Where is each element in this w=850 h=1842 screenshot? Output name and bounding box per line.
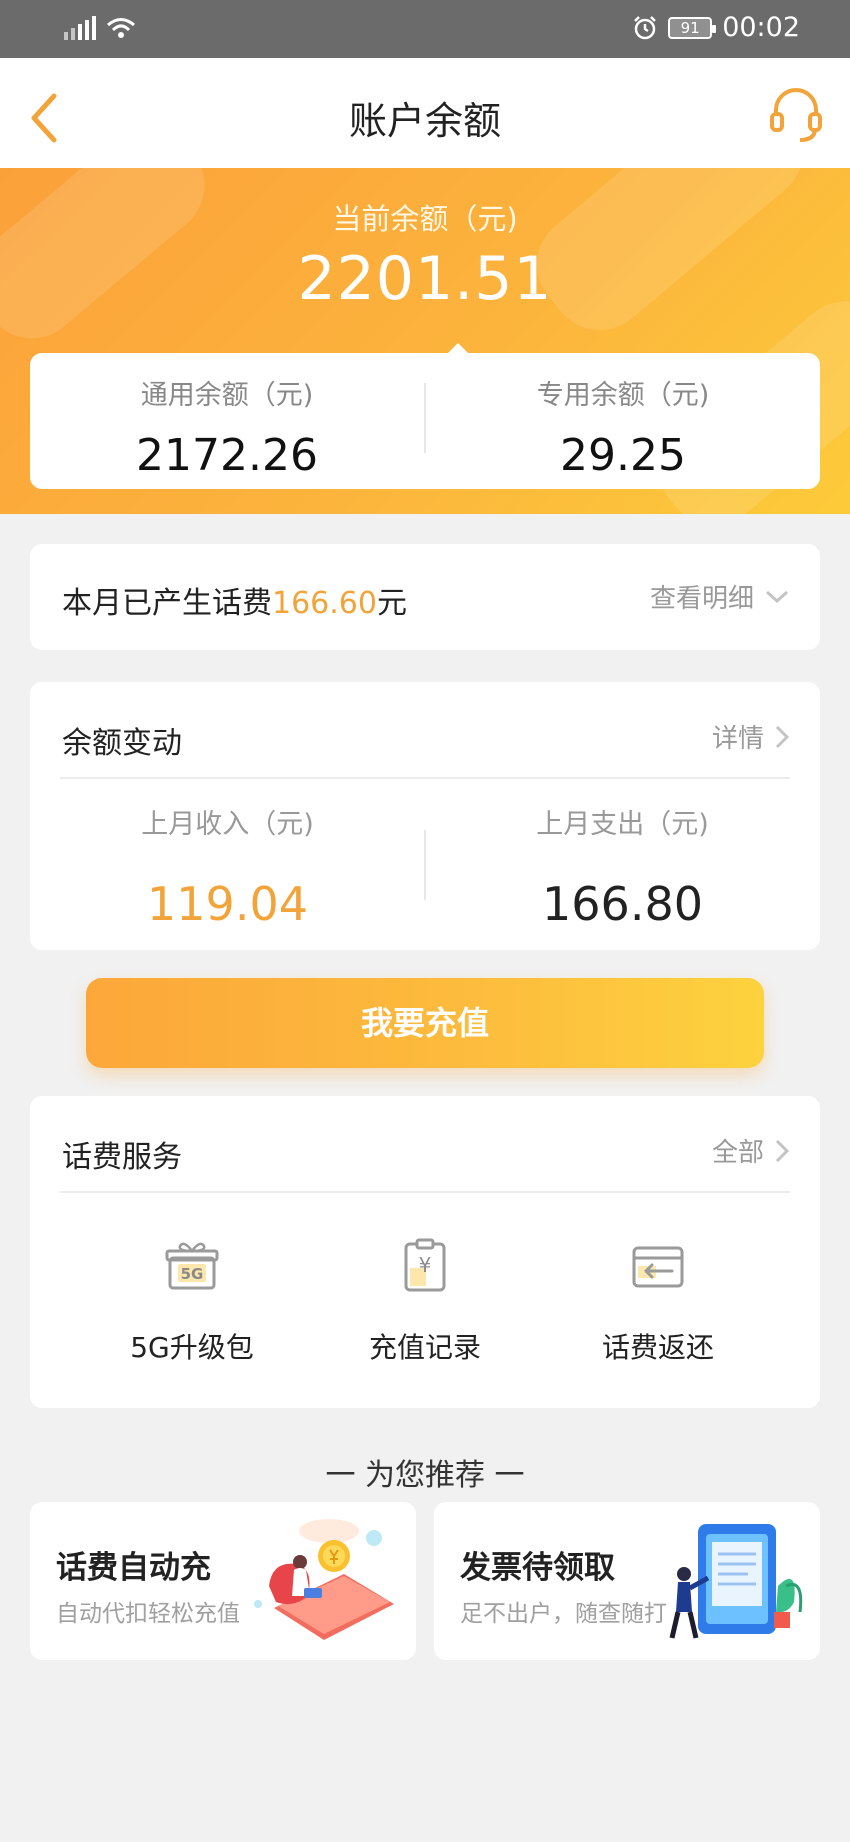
services-all-link[interactable]: 全部 xyxy=(712,1132,790,1169)
promo-title: 话费自动充 xyxy=(56,1550,211,1586)
monthly-fee-amount: 166.60 xyxy=(272,586,377,621)
return-arrow-icon xyxy=(632,1246,684,1288)
promo-subtitle: 足不出户，随查随打 xyxy=(460,1601,667,1627)
chevron-down-icon xyxy=(765,590,789,603)
battery-icon: 91 xyxy=(668,16,717,39)
changes-detail-link[interactable]: 详情 xyxy=(712,718,790,755)
special-balance: 专用余额（元) 29.25 xyxy=(426,353,820,489)
divider xyxy=(60,777,790,779)
page-title: 账户余额 xyxy=(348,99,501,143)
view-detail-label: 查看明细 xyxy=(649,584,754,614)
gift-5g-icon: 5G xyxy=(165,1242,219,1290)
service-5g-package[interactable]: 5G 5G升级包 xyxy=(92,1238,292,1366)
promo-subtitle: 自动代扣轻松充值 xyxy=(56,1601,240,1627)
recommend-title: 一 为您推荐 一 xyxy=(325,1458,525,1493)
general-balance: 通用余额（元) 2172.26 xyxy=(30,353,424,489)
wifi-icon xyxy=(107,18,135,38)
status-bar: 91 00:02 xyxy=(0,0,850,58)
services-title: 话费服务 xyxy=(62,1140,182,1175)
expense-label: 上月支出（元) xyxy=(536,809,709,840)
income-value: 119.04 xyxy=(147,877,308,931)
alarm-icon xyxy=(634,15,657,39)
battery-level: 91 xyxy=(680,18,700,37)
services-all-label: 全部 xyxy=(711,1138,764,1168)
balance-changes-card: 余额变动 详情 上月收入（元) 119.04 上月支出（元) 166.80 xyxy=(30,682,820,950)
service-recharge-record[interactable]: ¥ 充值记录 xyxy=(325,1238,525,1366)
promo-title: 发票待领取 xyxy=(460,1550,615,1586)
monthly-fee-unit: 元 xyxy=(376,586,407,621)
balance-hero: 当前余额（元) 2201.51 通用余额（元) 2172.26 专用余额（元) … xyxy=(0,168,850,514)
badge-yuan-text: ¥ xyxy=(419,1253,432,1277)
view-detail-link[interactable]: 查看明细 xyxy=(650,578,790,615)
general-balance-label: 通用余额（元) xyxy=(140,380,314,411)
chevron-right-icon xyxy=(775,1139,790,1162)
chevron-right-icon xyxy=(775,725,790,748)
special-balance-label: 专用余额（元) xyxy=(536,380,710,411)
last-month-income: 上月收入（元) 119.04 xyxy=(30,802,425,931)
balance-changes-title: 余额变动 xyxy=(62,726,182,761)
monthly-fee-text: 本月已产生话费166.60元 xyxy=(62,578,407,622)
current-balance-label: 当前余额（元) xyxy=(332,202,518,236)
balance-breakdown-card: 通用余额（元) 2172.26 专用余额（元) 29.25 xyxy=(30,343,820,489)
promo-auto-recharge[interactable]: 话费自动充 自动代扣轻松充值 xyxy=(30,1502,416,1660)
monthly-fee-card: 本月已产生话费166.60元 查看明细 xyxy=(30,544,820,650)
current-balance-amount: 2201.51 xyxy=(297,244,553,314)
monthly-fee-prefix: 本月已产生话费 xyxy=(62,586,272,621)
status-right: 91 00:02 xyxy=(632,12,800,43)
income-label: 上月收入（元) xyxy=(141,809,314,840)
customer-service-icon[interactable] xyxy=(764,82,828,146)
special-balance-value: 29.25 xyxy=(560,430,686,481)
general-balance-value: 2172.26 xyxy=(136,430,318,481)
recharge-button[interactable]: 我要充值 xyxy=(86,978,764,1068)
signal-icon xyxy=(64,16,96,40)
invoice-illustration xyxy=(669,1524,803,1639)
promo-invoice[interactable]: 发票待领取 足不出户，随查随打 xyxy=(434,1502,820,1660)
expense-value: 166.80 xyxy=(542,877,703,931)
status-left xyxy=(64,16,136,40)
changes-detail-label: 详情 xyxy=(711,724,764,754)
service-label: 话费返还 xyxy=(601,1331,714,1364)
auto-recharge-illustration xyxy=(254,1519,394,1640)
navigation-bar: 账户余额 xyxy=(0,58,850,168)
badge-5g-text: 5G xyxy=(181,1265,204,1283)
status-time: 00:02 xyxy=(722,12,800,43)
divider xyxy=(60,1191,790,1193)
service-label: 充值记录 xyxy=(368,1331,481,1364)
service-fee-return[interactable]: 话费返还 xyxy=(558,1238,758,1366)
service-label: 5G升级包 xyxy=(130,1331,254,1364)
last-month-expense: 上月支出（元) 166.80 xyxy=(425,802,820,931)
clipboard-yuan-icon: ¥ xyxy=(404,1238,446,1292)
fee-services-card: 话费服务 全部 5G 5G升级包 ¥ 充值记录 话费返还 xyxy=(30,1096,820,1408)
